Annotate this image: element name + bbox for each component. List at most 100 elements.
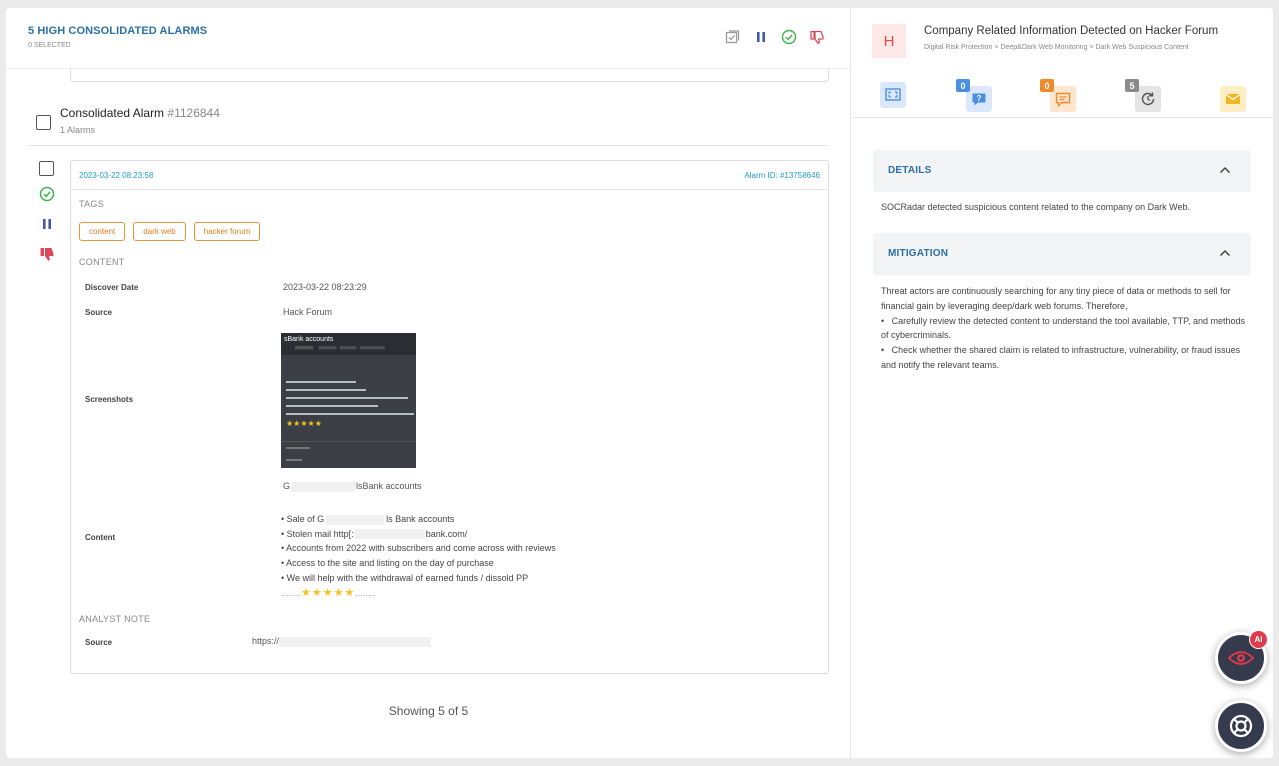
tab-comments[interactable]: 0 <box>1040 79 1076 112</box>
mitigation-accordion[interactable]: MITIGATION <box>873 233 1251 275</box>
pause-icon[interactable] <box>39 217 55 236</box>
content-heading-end: lsBank accounts <box>356 481 422 491</box>
tab-details[interactable] <box>880 82 906 108</box>
alarm-list-title: 5 HIGH CONSOLIDATED ALARMS <box>28 25 208 37</box>
screenshot-pills <box>294 346 385 350</box>
content-line: • Accounts from 2022 with subscribers an… <box>281 543 556 554</box>
pagination-status: Showing 5 of 5 <box>388 704 469 718</box>
tab-email[interactable] <box>1220 86 1246 112</box>
screenshot-text-line <box>286 405 378 407</box>
screenshot-stars: ★★★★★ <box>286 419 322 428</box>
alarm-select-checkbox[interactable] <box>39 161 54 176</box>
question-chat-icon: ? <box>972 93 986 105</box>
bulk-actions <box>724 28 825 45</box>
content-heading: GlsBank accounts <box>283 481 422 492</box>
screenshot-text-line <box>286 413 414 415</box>
breadcrumb: Digital Risk Protection > Deep&Dark Web … <box>924 44 1189 51</box>
forum-screenshot[interactable]: sBank accounts ★★★★★ <box>281 333 416 468</box>
detail-tabs: 0 ? 0 5 <box>852 72 1273 174</box>
details-title: DETAILS <box>888 165 932 176</box>
tab-count-badge: 5 <box>1125 79 1139 92</box>
alarm-date[interactable]: 2023-03-22 08:23:58 <box>79 171 153 180</box>
content-line-end: bank.com/ <box>425 528 468 539</box>
mitigation-title: MITIGATION <box>888 248 949 259</box>
alarm-card: 2023-03-22 08:23:58 Alarm ID: #13758646 … <box>70 160 829 674</box>
mitigation-bullet-text: Carefully review the detected content to… <box>881 315 1246 341</box>
discover-date-label: Discover Date <box>85 283 139 292</box>
note-source-value[interactable]: https:// <box>252 636 432 647</box>
mitigation-text: Threat actors are continuously searching… <box>881 284 1246 373</box>
eye-icon <box>1228 651 1254 665</box>
screenshot-text-line <box>286 447 310 449</box>
pause-icon[interactable] <box>752 28 769 45</box>
tag-list: content dark web hacker forum <box>79 222 261 241</box>
history-icon <box>1141 92 1155 106</box>
tab-count-badge: 0 <box>956 79 970 92</box>
consolidated-alarm-label: Consolidated Alarm <box>60 106 165 120</box>
mitigation-intro: Threat actors are continuously searching… <box>881 286 1231 311</box>
screenshot-title: sBank accounts <box>284 336 334 343</box>
content-heading-start: G <box>283 481 291 491</box>
tag-chip[interactable]: content <box>79 222 126 241</box>
content-section-label: CONTENT <box>79 257 125 267</box>
chevron-up-icon[interactable] <box>1219 248 1231 258</box>
rating-stars: ★★★★★ <box>301 586 356 599</box>
screenshot-text-line <box>286 397 408 399</box>
consolidated-alarm-title: Consolidated Alarm #1126844 <box>60 106 220 120</box>
tag-chip[interactable]: dark web <box>133 222 186 241</box>
tab-questions[interactable]: 0 ? <box>956 79 992 112</box>
tag-chip[interactable]: hacker forum <box>193 222 261 241</box>
mitigation-bullet: • Check whether the shared claim is rela… <box>881 345 1241 370</box>
alarm-row-actions <box>39 161 55 277</box>
resolve-check-icon[interactable] <box>39 186 55 207</box>
screenshot-text-line <box>286 389 366 391</box>
content-line: ........★★★★★........ <box>281 586 376 599</box>
consolidated-alarm-count: 1 Alarms <box>60 125 96 135</box>
alarm-list-panel: 5 HIGH CONSOLIDATED ALARMS 0 SELECTED Co… <box>6 8 851 758</box>
ai-badge: AI <box>1249 630 1268 649</box>
severity-badge: H <box>872 24 906 58</box>
content-line: • Access to the site and listing on the … <box>281 558 494 569</box>
details-accordion[interactable]: DETAILS <box>873 150 1251 192</box>
divider <box>28 145 829 146</box>
app-shell: 5 HIGH CONSOLIDATED ALARMS 0 SELECTED Co… <box>6 8 1273 758</box>
content-row-label: Content <box>85 533 116 542</box>
tags-section-label: TAGS <box>79 199 105 209</box>
redaction-mask <box>326 514 385 525</box>
content-line-end: ls Bank accounts <box>386 514 455 524</box>
content-line: • We will help with the withdrawal of ea… <box>281 572 529 583</box>
tab-count-badge: 0 <box>1040 79 1054 92</box>
select-all-icon[interactable] <box>724 28 741 45</box>
false-positive-thumb-icon[interactable] <box>808 28 825 45</box>
screenshot-divider <box>281 441 416 442</box>
screenshot-text-line <box>286 459 302 461</box>
content-line-start: • Stolen mail http[: <box>281 528 354 539</box>
alarm-list-header: 5 HIGH CONSOLIDATED ALARMS 0 SELECTED <box>6 8 851 69</box>
svg-text:?: ? <box>977 94 982 103</box>
tab-history[interactable]: 5 <box>1125 79 1161 112</box>
alarm-card-header: 2023-03-22 08:23:58 Alarm ID: #13758646 <box>71 161 828 190</box>
ai-assistant-button[interactable]: AI <box>1215 630 1268 684</box>
redaction-mask <box>291 481 356 492</box>
source-label: Source <box>85 308 113 317</box>
content-line: • Sale of G ls Bank accounts <box>281 512 556 527</box>
alarm-id[interactable]: Alarm ID: #13758646 <box>744 171 820 180</box>
support-button[interactable] <box>1215 700 1267 752</box>
note-source-url[interactable]: https:// <box>252 636 279 646</box>
alarm-detail-title: Company Related Information Detected on … <box>924 25 1219 37</box>
content-line-start: • Sale of G <box>281 514 325 524</box>
consolidated-alarm-id: #1126844 <box>167 106 220 120</box>
resolve-check-icon[interactable] <box>780 28 797 45</box>
mitigation-bullet-text: Check whether the shared claim is relate… <box>881 345 1241 370</box>
mitigation-bullet: • Carefully review the detected content … <box>881 315 1246 341</box>
note-source-label: Source <box>85 638 113 647</box>
chevron-up-icon[interactable] <box>1219 165 1231 175</box>
content-line: • Stolen mail http[: bank.com/ <box>281 527 556 542</box>
consolidated-select-checkbox[interactable] <box>36 115 51 130</box>
mail-icon <box>1225 93 1241 104</box>
false-positive-thumb-icon[interactable] <box>39 246 55 267</box>
details-text: SOCRadar detected suspicious content rel… <box>881 202 1191 212</box>
redaction-mask <box>279 636 432 647</box>
lifebuoy-icon <box>1229 714 1253 738</box>
screenshots-label: Screenshots <box>85 395 134 404</box>
